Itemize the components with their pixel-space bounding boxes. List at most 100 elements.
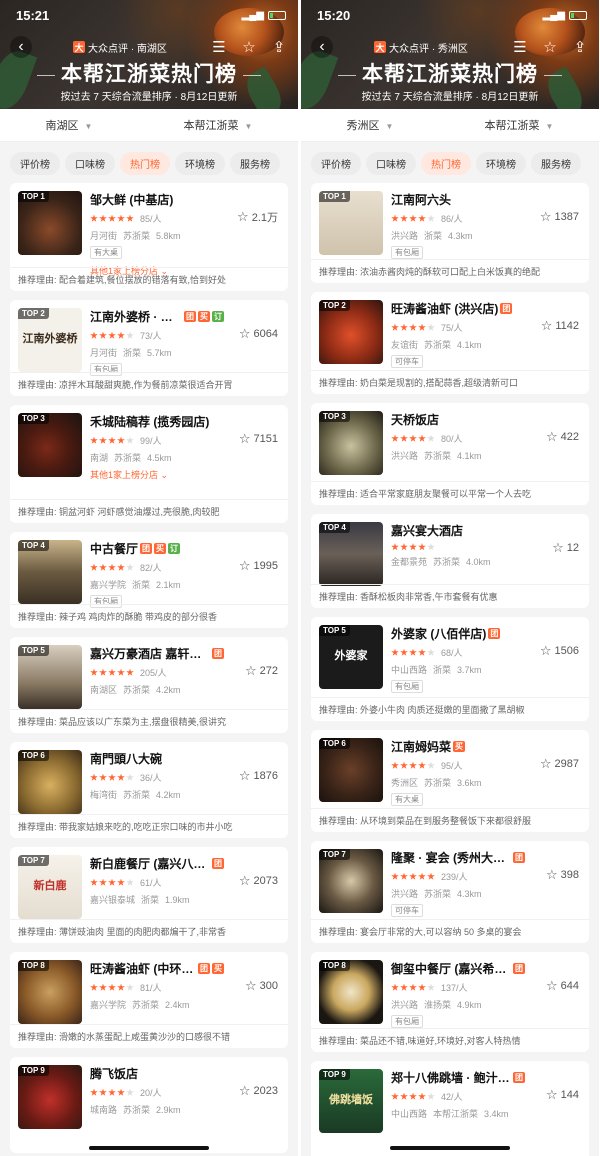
favorite-button[interactable]: ☆ 272: [245, 663, 278, 679]
favorite-button[interactable]: ☆ 7151: [239, 431, 278, 447]
restaurant-name[interactable]: 江南外婆桥 · 寻味...团买订: [90, 308, 224, 325]
restaurant-photo[interactable]: TOP 7 新白鹿: [18, 855, 82, 919]
tab-3[interactable]: 环境榜: [476, 152, 526, 175]
favorite-button[interactable]: ☆ 644: [546, 978, 579, 994]
restaurant-card[interactable]: TOP 9 佛跳墙饭 郑十八佛跳墙 · 鲍汁捞饭...团 42/人中山西路本帮江浙菜 3…: [311, 1061, 589, 1156]
restaurant-photo[interactable]: TOP 7: [319, 849, 383, 913]
favorite-button[interactable]: ☆ 2073: [239, 873, 278, 889]
restaurant-name[interactable]: 旺涛酱油虾 (中环店) 团买: [90, 960, 224, 977]
restaurant-card[interactable]: TOP 1 江南阿六头 86/人 洪兴路 浙菜 4.3km 有包厢 ☆ 1387 推荐理由: 浓油…: [311, 183, 589, 283]
restaurant-photo[interactable]: TOP 5: [18, 645, 82, 709]
restaurant-photo[interactable]: TOP 6: [18, 750, 82, 814]
share-icon[interactable]: ⇪: [268, 36, 290, 58]
favorite-button[interactable]: ☆ 1387: [540, 209, 579, 225]
favorite-button[interactable]: ☆ 1142: [541, 318, 579, 334]
restaurant-card[interactable]: TOP 9 腾飞饭店 20/人 城南路 苏浙菜 2.9km ☆ 2023: [10, 1057, 288, 1153]
restaurant-photo[interactable]: TOP 9 佛跳墙饭: [319, 1069, 383, 1133]
tab-2[interactable]: 热门榜: [421, 152, 471, 175]
rank-badge: TOP 9: [319, 1069, 350, 1080]
tab-4[interactable]: 服务榜: [531, 152, 581, 175]
restaurant-name[interactable]: 邹大鲜 (中基店): [90, 191, 224, 208]
restaurant-card[interactable]: TOP 7 新白鹿 新白鹿餐厅 (嘉兴八佰伴...团 61/人嘉兴银泰城浙菜 1.9km…: [10, 847, 288, 943]
favorite-button[interactable]: ☆ 2.1万: [237, 209, 278, 225]
restaurant-card[interactable]: TOP 1 邹大鲜 (中基店) 85/人 月河街 苏浙菜 5.8km 有大桌 其他1家上榜分店…: [10, 183, 288, 291]
restaurant-photo[interactable]: TOP 9: [18, 1065, 82, 1129]
tab-2[interactable]: 热门榜: [120, 152, 170, 175]
restaurant-name[interactable]: 腾飞饭店: [90, 1065, 224, 1082]
restaurant-card[interactable]: TOP 6 南門頭八大碗 36/人 梅湾街 苏浙菜 4.2km ☆ 1876 推荐理由: 带我家…: [10, 742, 288, 838]
restaurant-name[interactable]: 江南姆妈菜买: [391, 738, 525, 755]
restaurant-name[interactable]: 中古餐厅团买订: [90, 540, 224, 557]
restaurant-name[interactable]: 外婆家 (八佰伴店) 团: [391, 625, 525, 642]
restaurant-card[interactable]: TOP 3 禾城陆稿荐 (揽秀园店) 99/人 南湖 苏浙菜 4.5km 其他1家上榜分店 …: [10, 405, 288, 523]
restaurant-card[interactable]: TOP 6 江南姆妈菜买 95/人 秀洲区 苏浙菜 3.6km 有大桌 ☆ 2987 推荐理由: …: [311, 730, 589, 832]
tab-0[interactable]: 评价榜: [10, 152, 60, 175]
restaurant-name[interactable]: 禾城陆稿荐 (揽秀园店): [90, 413, 224, 430]
restaurant-name[interactable]: 郑十八佛跳墙 · 鲍汁捞饭...团: [391, 1069, 525, 1086]
restaurant-photo[interactable]: TOP 6: [319, 738, 383, 802]
restaurant-name[interactable]: 嘉兴万豪酒店 嘉轩阁 · ... 团: [90, 645, 224, 662]
restaurant-card[interactable]: TOP 4 中古餐厅团买订 82/人 嘉兴学院 浙菜 2.1km 有包厢 ☆ 1995 推荐理由:…: [10, 532, 288, 628]
tab-0[interactable]: 评价榜: [311, 152, 361, 175]
restaurant-name[interactable]: 南門頭八大碗: [90, 750, 224, 767]
restaurant-photo[interactable]: TOP 8: [18, 960, 82, 1024]
restaurant-name[interactable]: 江南阿六头: [391, 191, 525, 208]
favorite-button[interactable]: ☆ 422: [546, 429, 579, 445]
chevron-left-icon[interactable]: ‹: [311, 36, 333, 58]
restaurant-card[interactable]: TOP 8 御玺中餐厅 (嘉兴希尔顿...团 137/人洪兴路淮扬菜 4.9km 有包厢…: [311, 952, 589, 1052]
favorite-button[interactable]: ☆ 398: [546, 867, 579, 883]
restaurant-name[interactable]: 新白鹿餐厅 (嘉兴八佰伴...团: [90, 855, 224, 872]
list-icon[interactable]: ☰: [509, 36, 531, 58]
favorite-button[interactable]: ☆ 6064: [239, 326, 278, 342]
restaurant-card[interactable]: TOP 5 嘉兴万豪酒店 嘉轩阁 · ... 团 205/人 南湖区 苏浙菜 4.2km ☆ 2…: [10, 637, 288, 733]
price-per-person: 75/人: [441, 323, 463, 333]
list-icon[interactable]: ☰: [208, 36, 230, 58]
restaurant-name[interactable]: 御玺中餐厅 (嘉兴希尔顿...团: [391, 960, 525, 977]
tab-1[interactable]: 口味榜: [65, 152, 115, 175]
favorite-button[interactable]: ☆ 1506: [540, 643, 579, 659]
restaurant-card[interactable]: TOP 3 天桥饭店 80/人 洪兴路 苏浙菜 4.1km ☆ 422 推荐理由: 适合平常家庭…: [311, 403, 589, 505]
share-icon[interactable]: ⇪: [569, 36, 591, 58]
restaurant-photo[interactable]: TOP 1: [18, 191, 82, 255]
area-filter[interactable]: 南湖区 ▼: [46, 117, 93, 133]
restaurant-card[interactable]: TOP 4 嘉兴宴大酒店 金都景苑 苏浙菜 4.0km ☆ 12 推荐理由: 香酥松板肉非常香…: [311, 514, 589, 608]
other-branches-link[interactable]: 其他1家上榜分店 ⌄: [90, 468, 224, 481]
restaurant-name[interactable]: 嘉兴宴大酒店: [391, 522, 525, 539]
star-icon[interactable]: ☆: [238, 36, 260, 58]
restaurant-photo[interactable]: TOP 1: [319, 191, 383, 255]
favorite-button[interactable]: ☆ 2987: [540, 756, 579, 772]
restaurant-photo[interactable]: TOP 4: [319, 522, 383, 586]
restaurant-name[interactable]: 天桥饭店: [391, 411, 525, 428]
restaurant-card[interactable]: TOP 7 隆聚 · 宴会 (秀州大道店) 团 239/人 洪兴路 苏浙菜 4.3km 可停车…: [311, 841, 589, 943]
favorite-button[interactable]: ☆ 144: [546, 1087, 579, 1103]
recommend-reason: 推荐理由: 浓油赤酱肉炖的酥软可口配上白米饭真的绝配: [311, 259, 589, 283]
cuisine-filter[interactable]: 本帮江浙菜 ▼: [184, 117, 253, 133]
cuisine-filter[interactable]: 本帮江浙菜 ▼: [485, 117, 554, 133]
restaurant-name[interactable]: 旺涛酱油虾 (洪兴店) 团: [391, 300, 525, 317]
chevron-left-icon[interactable]: ‹: [10, 36, 32, 58]
tab-4[interactable]: 服务榜: [230, 152, 280, 175]
restaurant-card[interactable]: TOP 8 旺涛酱油虾 (中环店) 团买 81/人 嘉兴学院 苏浙菜 2.4km ☆ 300 推荐…: [10, 952, 288, 1048]
favorite-button[interactable]: ☆ 12: [552, 540, 579, 556]
restaurant-photo[interactable]: TOP 8: [319, 960, 383, 1024]
area-filter[interactable]: 秀洲区 ▼: [347, 117, 394, 133]
restaurant-photo[interactable]: TOP 4: [18, 540, 82, 604]
restaurant-name[interactable]: 隆聚 · 宴会 (秀州大道店) 团: [391, 849, 525, 866]
tab-3[interactable]: 环境榜: [175, 152, 225, 175]
restaurant-photo[interactable]: TOP 5 外婆家: [319, 625, 383, 689]
star-icon[interactable]: ☆: [539, 36, 561, 58]
restaurant-card[interactable]: TOP 5 外婆家 外婆家 (八佰伴店) 团 68/人 中山西路 浙菜 3.7km 有包厢 ☆ 15…: [311, 617, 589, 721]
favorite-button[interactable]: ☆ 2023: [239, 1083, 278, 1099]
tab-1[interactable]: 口味榜: [366, 152, 416, 175]
favorite-button[interactable]: ☆ 300: [245, 978, 278, 994]
restaurant-photo[interactable]: TOP 2 江南外婆桥: [18, 308, 82, 372]
restaurant-photo[interactable]: TOP 2: [319, 300, 383, 364]
rank-badge: TOP 6: [319, 738, 350, 749]
restaurant-photo[interactable]: TOP 3: [18, 413, 82, 477]
restaurant-card[interactable]: TOP 2 旺涛酱油虾 (洪兴店) 团 75/人 友谊街 苏浙菜 4.1km 可停车 ☆ 1142…: [311, 292, 589, 394]
favorite-button[interactable]: ☆ 1995: [239, 558, 278, 574]
restaurant-photo[interactable]: TOP 3: [319, 411, 383, 475]
restaurant-card[interactable]: TOP 2 江南外婆桥江南外婆桥 · 寻味...团买订 73/人月河街浙菜 5.7km…: [10, 300, 288, 396]
favorite-button[interactable]: ☆ 1876: [239, 768, 278, 784]
distance: 4.0km: [466, 556, 491, 567]
